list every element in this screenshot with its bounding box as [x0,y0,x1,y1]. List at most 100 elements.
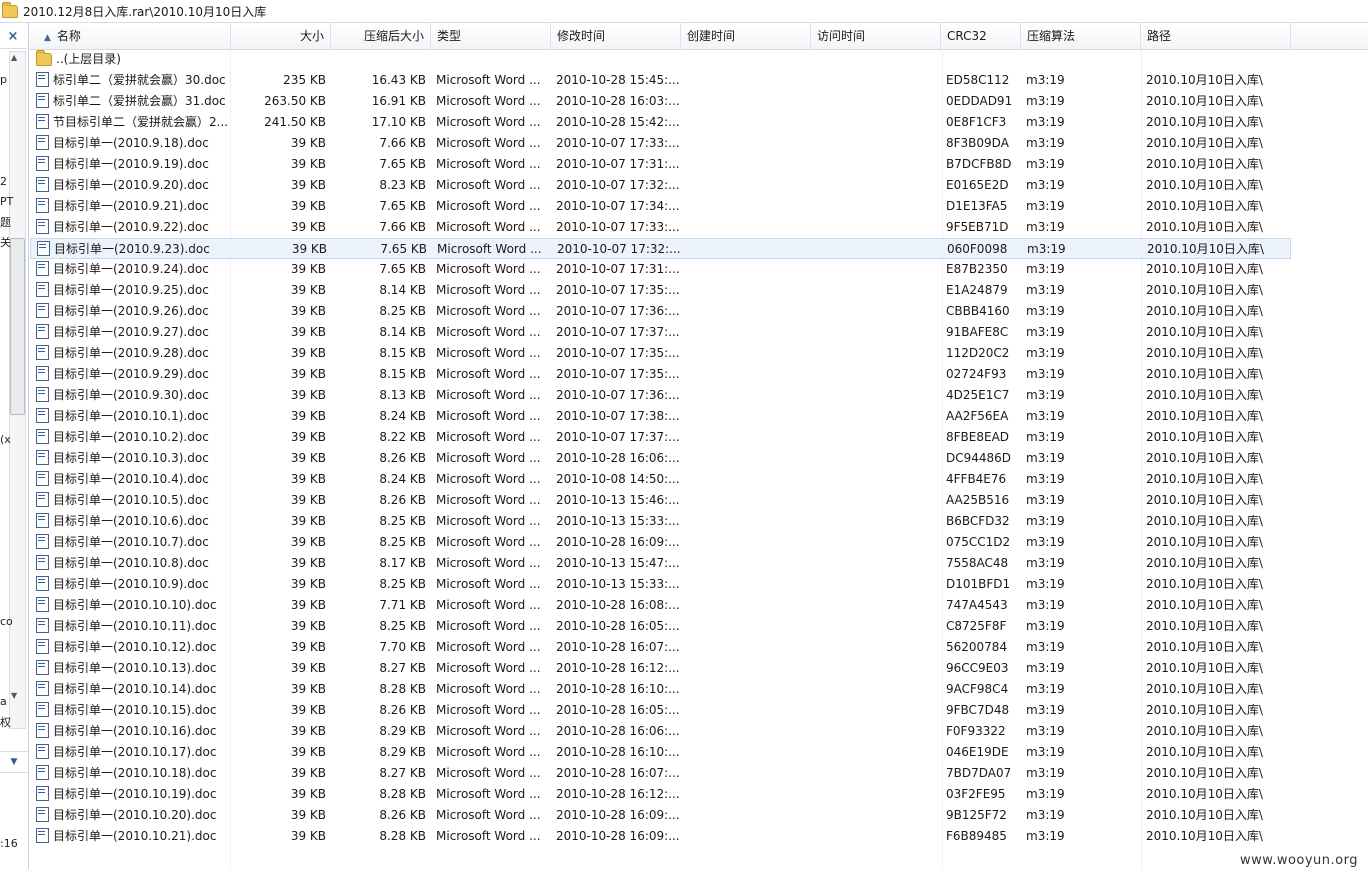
file-packed-cell: 8.26 KB [379,493,426,507]
file-row[interactable]: 目标引单一(2010.9.18).doc 39 KB 7.66 KB Microsof… [30,133,1291,154]
file-row[interactable]: 标引单二（爱拼就会赢）30.doc 235 KB 16.43 KB Microsoft… [30,70,1291,91]
file-row[interactable]: 目标引单一(2010.9.30).doc 39 KB 8.13 KB Microsof… [30,385,1291,406]
file-modified-cell: 2010-10-07 17:35:... [556,346,680,360]
column-header-modified[interactable]: 修改时间 [551,23,681,49]
file-type-cell: Microsoft Word ... [436,220,541,234]
file-row[interactable]: 目标引单一(2010.9.23).doc 39 KB 7.65 KB Microsof… [30,238,1291,259]
path-bar[interactable]: 2010.12月8日入库.rar\2010.10月10日入库 [0,0,1368,23]
file-type-cell: Microsoft Word ... [436,598,541,612]
file-type-cell: Microsoft Word ... [436,661,541,675]
file-packed-cell: 7.66 KB [379,136,426,150]
file-row[interactable]: 目标引单一(2010.10.18).doc 39 KB 8.27 KB Microso… [30,763,1291,784]
file-path-cell: 2010.10月10日入库\ [1146,640,1263,654]
file-row[interactable]: 目标引单一(2010.10.12).doc 39 KB 7.70 KB Microso… [30,637,1291,658]
file-path-cell: 2010.10月10日入库\ [1146,682,1263,696]
file-name-cell: 目标引单一(2010.10.3).doc [32,448,231,469]
file-name: 目标引单一(2010.10.7).doc [53,535,209,549]
file-size-cell: 241.50 KB [264,115,326,129]
file-row[interactable]: 目标引单一(2010.9.27).doc 39 KB 8.14 KB Microsof… [30,322,1291,343]
file-row[interactable]: 目标引单一(2010.10.8).doc 39 KB 8.17 KB Microsof… [30,553,1291,574]
file-row[interactable]: 目标引单一(2010.10.19).doc 39 KB 8.28 KB Microso… [30,784,1291,805]
file-row[interactable]: 目标引单一(2010.10.2).doc 39 KB 8.22 KB Microsof… [30,427,1291,448]
file-row[interactable]: 目标引单一(2010.9.26).doc 39 KB 8.25 KB Microsof… [30,301,1291,322]
file-name-cell: 目标引单一(2010.10.7).doc [32,532,231,553]
file-crc-cell: 7558AC48 [946,556,1009,570]
word-document-icon [36,681,49,696]
file-row[interactable]: 目标引单一(2010.10.4).doc 39 KB 8.24 KB Microsof… [30,469,1291,490]
file-row[interactable]: 目标引单一(2010.9.29).doc 39 KB 8.15 KB Microsof… [30,364,1291,385]
file-row[interactable]: 目标引单一(2010.10.16).doc 39 KB 8.29 KB Microso… [30,721,1291,742]
file-row[interactable]: 目标引单一(2010.10.1).doc 39 KB 8.24 KB Microsof… [30,406,1291,427]
column-header-name[interactable]: ▲ 名称 [30,23,231,49]
file-type-cell: Microsoft Word ... [436,283,541,297]
parent-directory-row[interactable]: ..(上层目录) [30,49,1291,70]
column-header-packed[interactable]: 压缩后大小 [331,23,431,49]
file-size-cell: 39 KB [290,640,326,654]
file-path-cell: 2010.10月10日入库\ [1146,451,1263,465]
file-row[interactable]: 节目标引单二（爱拼就会赢）2... 241.50 KB 17.10 KB Micros… [30,112,1291,133]
file-row[interactable]: 目标引单一(2010.10.14).doc 39 KB 8.28 KB Microso… [30,679,1291,700]
file-method-cell: m3:19 [1026,619,1065,633]
file-row[interactable]: 目标引单一(2010.10.21).doc 39 KB 8.28 KB Microso… [30,826,1291,847]
file-row[interactable]: 目标引单一(2010.10.15).doc 39 KB 8.26 KB Microso… [30,700,1291,721]
file-row[interactable]: 目标引单一(2010.10.3).doc 39 KB 8.26 KB Microsof… [30,448,1291,469]
file-crc-cell: B6BCFD32 [946,514,1010,528]
word-document-icon [36,324,49,339]
scroll-down-arrow-icon[interactable]: ▼ [11,691,17,700]
file-row[interactable]: 目标引单一(2010.9.28).doc 39 KB 8.15 KB Microsof… [30,343,1291,364]
file-name: 目标引单一(2010.10.20).doc [53,808,217,822]
file-method-cell: m3:19 [1026,430,1065,444]
file-method-cell: m3:19 [1026,766,1065,780]
file-packed-cell: 8.17 KB [379,556,426,570]
file-row[interactable]: 目标引单一(2010.9.21).doc 39 KB 7.65 KB Microsof… [30,196,1291,217]
file-type-cell: Microsoft Word ... [436,787,541,801]
file-row[interactable]: 目标引单一(2010.9.19).doc 39 KB 7.65 KB Microsof… [30,154,1291,175]
file-name-cell: 目标引单一(2010.10.8).doc [32,553,231,574]
file-row[interactable]: 目标引单一(2010.10.9).doc 39 KB 8.25 KB Microsof… [30,574,1291,595]
column-header-accessed[interactable]: 访问时间 [811,23,941,49]
file-name-cell: 目标引单一(2010.9.30).doc [32,385,231,406]
sort-ascending-icon: ▲ [44,33,51,43]
file-row[interactable]: 目标引单一(2010.9.24).doc 39 KB 7.65 KB Microsof… [30,259,1291,280]
file-type-cell: Microsoft Word ... [436,430,541,444]
file-row[interactable]: 目标引单一(2010.10.7).doc 39 KB 8.25 KB Microsof… [30,532,1291,553]
file-row[interactable]: 目标引单一(2010.9.25).doc 39 KB 8.14 KB Microsof… [30,280,1291,301]
column-header-created[interactable]: 创建时间 [681,23,811,49]
file-row[interactable]: 目标引单一(2010.10.5).doc 39 KB 8.26 KB Microsof… [30,490,1291,511]
file-row[interactable]: 目标引单一(2010.10.6).doc 39 KB 8.25 KB Microsof… [30,511,1291,532]
file-row[interactable]: 目标引单一(2010.10.11).doc 39 KB 8.25 KB Microso… [30,616,1291,637]
column-header-type[interactable]: 类型 [431,23,551,49]
file-row[interactable]: 目标引单一(2010.10.20).doc 39 KB 8.26 KB Microso… [30,805,1291,826]
file-name: 目标引单一(2010.9.29).doc [53,367,209,381]
file-row[interactable]: 目标引单一(2010.9.20).doc 39 KB 8.23 KB Microsof… [30,175,1291,196]
word-document-icon [37,241,50,256]
file-row[interactable]: 目标引单一(2010.10.13).doc 39 KB 8.27 KB Microso… [30,658,1291,679]
file-name: 目标引单一(2010.9.24).doc [53,262,209,276]
column-header-crc[interactable]: CRC32 [941,23,1021,49]
file-modified-cell: 2010-10-07 17:32:... [557,242,681,256]
file-size-cell: 39 KB [290,409,326,423]
file-modified-cell: 2010-10-28 16:06:... [556,724,680,738]
file-path-cell: 2010.10月10日入库\ [1146,430,1263,444]
file-name: 目标引单一(2010.9.22).doc [53,220,209,234]
file-packed-cell: 8.26 KB [379,703,426,717]
left-scrollbar-thumb[interactable] [10,238,25,415]
file-crc-cell: F0F93322 [946,724,1006,738]
file-crc-cell: 8F3B09DA [946,136,1009,150]
file-name-cell: 目标引单一(2010.9.18).doc [32,133,231,154]
close-panel-button[interactable]: × [0,26,26,49]
panel-collapse-icon[interactable]: ▼ [0,751,28,773]
column-header-method[interactable]: 压缩算法 [1021,23,1141,49]
scroll-up-arrow-icon[interactable]: ▲ [11,53,17,62]
file-row[interactable]: 标引单二（爱拼就会赢）31.doc 263.50 KB 16.91 KB Micros… [30,91,1291,112]
file-modified-cell: 2010-10-13 15:33:... [556,514,680,528]
column-header-path[interactable]: 路径 [1141,23,1291,49]
file-row[interactable]: 目标引单一(2010.10.17).doc 39 KB 8.29 KB Microso… [30,742,1291,763]
file-row[interactable]: 目标引单一(2010.10.10).doc 39 KB 7.71 KB Microso… [30,595,1291,616]
column-header-size[interactable]: 大小 [231,23,331,49]
file-row[interactable]: 目标引单一(2010.9.22).doc 39 KB 7.66 KB Microsof… [30,217,1291,238]
file-path-cell: 2010.10月10日入库\ [1146,724,1263,738]
file-path-cell: 2010.10月10日入库\ [1146,115,1263,129]
file-name: 目标引单一(2010.10.17).doc [53,745,217,759]
file-size-cell: 39 KB [290,367,326,381]
